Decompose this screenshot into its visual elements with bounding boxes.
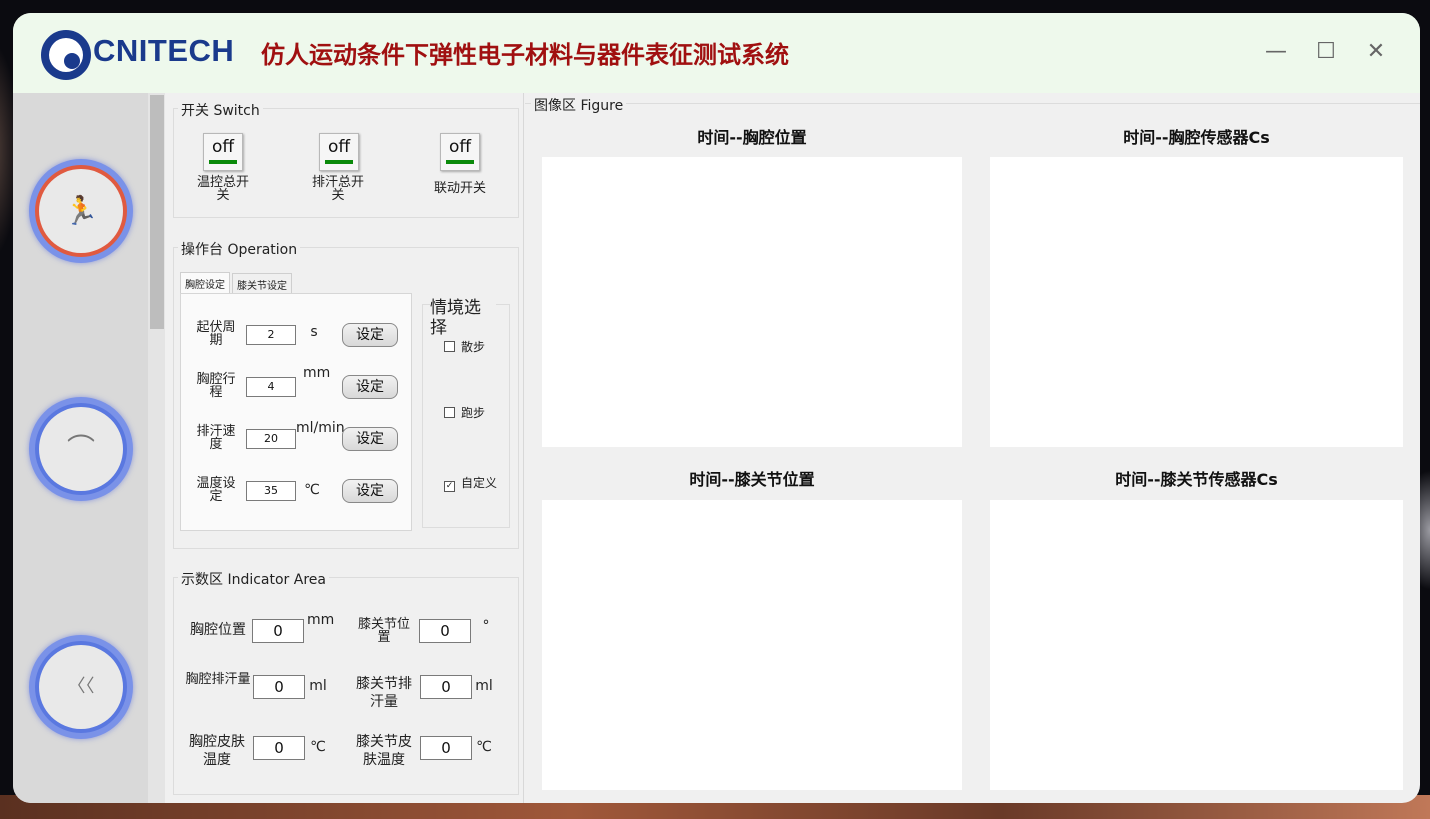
plot-knee-position[interactable] [542, 500, 962, 790]
plot-chest-position[interactable] [542, 157, 962, 447]
sweat-rate-unit: ml/min [296, 420, 345, 436]
temperature-input[interactable]: 35 [246, 481, 296, 501]
period-label: 起伏周期 [196, 320, 236, 348]
knee-sweat-value: 0 [420, 675, 472, 699]
knee-position-unit: ° [482, 618, 490, 634]
chest-icon: ⌒ [66, 432, 95, 465]
sweat-rate-label: 排汗速度 [196, 424, 236, 452]
plot-title-knee-position: 时间--膝关节位置 [689, 470, 815, 489]
title-bar[interactable]: CNITECH 仿人运动条件下弹性电子材料与器件表征测试系统 — ☐ ✕ [13, 13, 1420, 93]
knee-sweat-label: 膝关节排汗量 [356, 676, 412, 710]
close-button[interactable]: ✕ [1361, 37, 1391, 67]
stroke-unit: mm [303, 365, 331, 381]
indicator-group-title: 示数区 Indicator Area [178, 569, 329, 589]
brand-name: CNITECH [93, 33, 235, 68]
cnitech-logo-icon [41, 30, 91, 80]
temperature-label: 温度设定 [196, 476, 236, 504]
knee-icon: 〈〈 [67, 676, 95, 697]
stroke-label: 胸腔行程 [196, 372, 236, 400]
operation-group-title: 操作台 Operation [178, 239, 301, 259]
scenario-custom-checkbox[interactable]: ✓ 自定义 [444, 474, 497, 492]
chest-skin-temp-unit: ℃ [310, 739, 326, 755]
plot-knee-sensor[interactable] [990, 500, 1403, 790]
switch-group-title: 开关 Switch [178, 100, 263, 120]
stroke-set-button[interactable]: 设定 [342, 375, 398, 399]
figure-group-title: 图像区 Figure [531, 95, 627, 115]
period-set-button[interactable]: 设定 [342, 323, 398, 347]
nav-button-chest[interactable]: ⌒ [29, 397, 133, 501]
nav-button-motion[interactable]: 🏃 [29, 159, 133, 263]
sidebar-scrollbar-thumb[interactable] [150, 95, 164, 329]
chest-sweat-unit: ml [309, 678, 327, 694]
minimize-button[interactable]: — [1261, 37, 1291, 67]
plot-chest-sensor[interactable] [990, 157, 1403, 447]
figure-divider [523, 93, 524, 803]
knee-position-label: 膝关节位置 [357, 617, 410, 645]
temperature-master-switch-label: 温控总开关 [196, 175, 249, 203]
period-input[interactable]: 2 [246, 325, 296, 345]
sweat-rate-set-button[interactable]: 设定 [342, 427, 398, 451]
knee-skin-temp-value: 0 [420, 736, 472, 760]
app-title: 仿人运动条件下弹性电子材料与器件表征测试系统 [261, 41, 789, 69]
chest-skin-temp-label: 胸腔皮肤温度 [189, 734, 245, 768]
plot-title-knee-sensor: 时间--膝关节传感器Cs [1115, 470, 1278, 489]
stroke-input[interactable]: 4 [246, 377, 296, 397]
sweat-master-switch[interactable]: off [319, 133, 359, 171]
linkage-switch-label: 联动开关 [433, 181, 486, 196]
sweat-master-switch-label: 排汗总开关 [311, 175, 364, 203]
plot-title-chest-position: 时间--胸腔位置 [697, 128, 807, 147]
app-window: CNITECH 仿人运动条件下弹性电子材料与器件表征测试系统 — ☐ ✕ 🏃 ⌒… [13, 13, 1420, 803]
sweat-rate-input[interactable]: 20 [246, 429, 296, 449]
scenario-group-title: 情境选择 [430, 298, 496, 338]
knee-skin-temp-label: 膝关节皮肤温度 [356, 734, 412, 768]
running-person-icon: 🏃 [63, 194, 99, 227]
chest-position-value: 0 [252, 619, 304, 643]
scenario-walk-checkbox[interactable]: 散步 [444, 338, 485, 355]
chest-skin-temp-value: 0 [253, 736, 305, 760]
temperature-unit: ℃ [304, 482, 320, 498]
knee-sweat-unit: ml [475, 678, 493, 694]
temperature-set-button[interactable]: 设定 [342, 479, 398, 503]
linkage-switch[interactable]: off [440, 133, 480, 171]
chest-position-label: 胸腔位置 [190, 622, 246, 638]
scenario-run-checkbox[interactable]: 跑步 [444, 404, 485, 421]
chest-sweat-label: 胸腔排汗量 [185, 672, 251, 687]
chest-sweat-value: 0 [253, 675, 305, 699]
knee-skin-temp-unit: ℃ [476, 739, 492, 755]
plot-title-chest-sensor: 时间--胸腔传感器Cs [1123, 128, 1270, 147]
period-unit: s [310, 324, 318, 340]
maximize-button[interactable]: ☐ [1311, 37, 1341, 67]
tab-chest-settings[interactable]: 胸腔设定 [180, 272, 230, 295]
knee-position-value: 0 [419, 619, 471, 643]
temperature-master-switch[interactable]: off [203, 133, 243, 171]
chest-position-unit: mm [307, 612, 335, 628]
nav-button-knee[interactable]: 〈〈 [29, 635, 133, 739]
